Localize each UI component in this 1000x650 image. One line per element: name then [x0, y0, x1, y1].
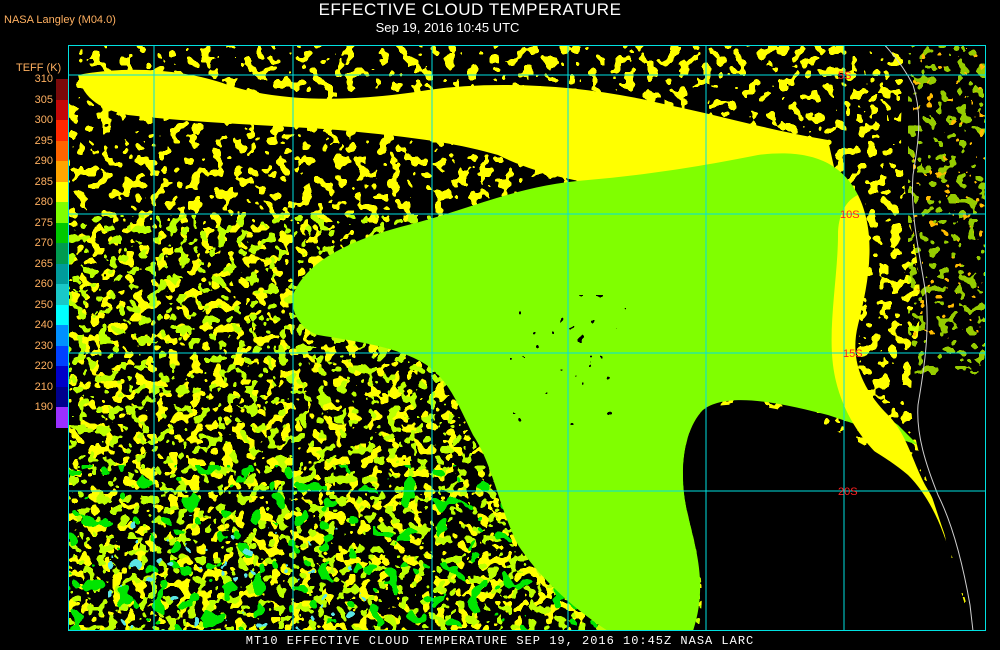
lon-label-15W: 15W — [146, 45, 169, 48]
lon-label-10E: 10E — [836, 45, 856, 48]
legend-label-250: 250 — [34, 298, 53, 311]
legend-label-285: 285 — [34, 175, 53, 188]
legend-label-190: 190 — [34, 401, 53, 413]
lat-label-15S: 15S — [843, 348, 863, 360]
footer-caption: MT10 EFFECTIVE CLOUD TEMPERATURE SEP 19,… — [245, 634, 755, 648]
image-timestamp: Sep 19, 2016 10:45 UTC — [375, 20, 520, 35]
lon-label-5E: 5E — [698, 45, 711, 48]
legend-label-290: 290 — [34, 155, 53, 167]
legend-label-230: 230 — [34, 339, 53, 352]
africa-warm-texture — [913, 45, 986, 345]
legend-label-240: 240 — [34, 319, 53, 331]
legend-label-260: 260 — [34, 278, 53, 290]
legend-label-270: 270 — [34, 237, 53, 249]
map-canvas: 15W 10W 5W 0 5E 10E 5S 10S 15S 20S — [68, 45, 986, 631]
lat-label-10S: 10S — [840, 209, 860, 221]
image-title: EFFECTIVE CLOUD TEMPERATURE — [318, 0, 622, 19]
lon-label-0: 0 — [560, 45, 566, 48]
legend-label-300: 300 — [34, 114, 53, 126]
lon-label-5W: 5W — [424, 45, 441, 48]
legend-label-295: 295 — [34, 134, 53, 147]
legend-label-265: 265 — [34, 257, 53, 270]
legend-label-305: 305 — [34, 93, 53, 106]
legend-label-280: 280 — [34, 196, 53, 208]
lon-label-10W: 10W — [285, 45, 308, 48]
legend-label-210: 210 — [34, 380, 53, 393]
lat-label-5S: 5S — [838, 70, 851, 82]
legend-label-310: 310 — [34, 73, 53, 85]
cold-cloud-cyan-patches — [108, 515, 368, 631]
legend-label-220: 220 — [34, 360, 53, 372]
lat-label-20S: 20S — [838, 486, 858, 498]
satellite-map: 15W 10W 5W 0 5E 10E 5S 10S 15S 20S — [68, 45, 986, 631]
legend-label-275: 275 — [34, 216, 53, 229]
